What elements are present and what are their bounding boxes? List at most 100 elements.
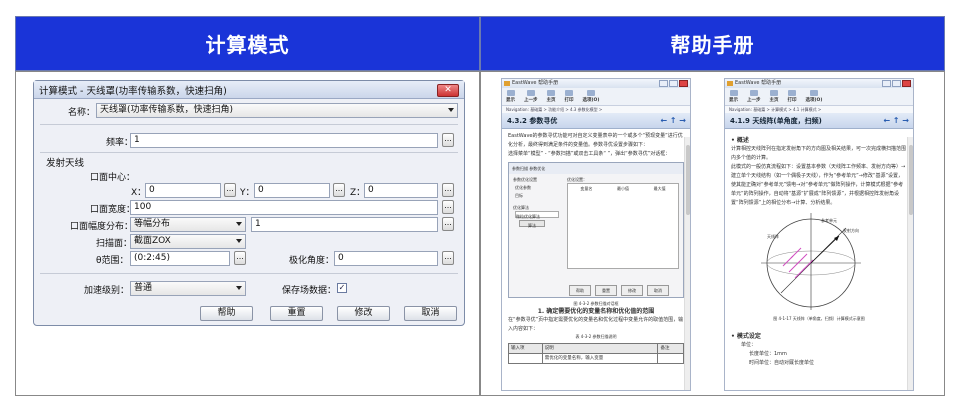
diagram-label: 天线阵 (767, 233, 779, 239)
toolbar-options[interactable]: 选项(O) (582, 90, 600, 103)
column-header: 变量名 (580, 186, 593, 191)
freq-browse-button[interactable]: ... (442, 133, 454, 147)
dist-select[interactable]: 等幅分布 (130, 217, 246, 232)
y-label: Y： (240, 188, 255, 198)
width-input[interactable]: 100 (130, 200, 438, 215)
chevron-down-icon (236, 222, 242, 226)
divider (40, 124, 458, 125)
toolbar-label: 主页 (769, 98, 779, 103)
subdialog-algo-button: 算法 (519, 220, 545, 228)
scan-value: 截面ZOX (134, 236, 171, 246)
cancel-button[interactable]: 取消 (404, 306, 457, 321)
paragraph: 在“参数寻优”页中指定需要优化的变量名和优化过程中变量允许的取值范围，输入内容如… (508, 317, 684, 332)
toolbar-label: 主页 (546, 98, 556, 103)
scan-select[interactable]: 截面ZOX (130, 234, 246, 249)
help-window-title: EastWave 帮助手册 (725, 79, 913, 88)
table-header: 说明 (541, 343, 659, 354)
help-manual-panel: EastWave 帮助手册 显示 上一步 主页 打印 选项(O) Navigat… (480, 71, 945, 396)
z-label: Z： (350, 188, 366, 198)
group-label: 发射天线 (46, 158, 85, 169)
close-icon[interactable] (679, 80, 688, 87)
subdialog-button: 重置 (595, 285, 617, 296)
x-browse-button[interactable]: ... (224, 183, 236, 197)
minimize-icon[interactable] (659, 80, 668, 87)
reset-button[interactable]: 重置 (270, 306, 323, 321)
theta-browse-button[interactable]: ... (234, 251, 246, 265)
table-header: 输入项 (508, 343, 543, 354)
dialog-title: 计算模式 - 天线罩(功率传输系数，快速扫角) (34, 81, 464, 99)
section-heading: • 概述 (731, 137, 749, 144)
scrollbar[interactable] (684, 137, 690, 390)
toolbar-home[interactable]: 主页 (547, 90, 556, 103)
unit-time: 时间单位：自动对厩长度单位 (749, 360, 815, 366)
toolbar-back[interactable]: 上一步 (747, 90, 761, 103)
pol-input[interactable]: 0 (334, 251, 438, 266)
nav-arrows-icon[interactable]: ← ↑ → (660, 113, 686, 129)
antenna-array-diagram: 天线阵 参考单元 发射方向 (761, 213, 861, 310)
pol-browse-button[interactable]: ... (442, 251, 454, 265)
freq-input[interactable]: 1 (130, 133, 438, 148)
toolbar-print[interactable]: 打印 (565, 90, 574, 103)
subdialog-button: 帮助 (569, 285, 591, 296)
help-body: • 概述 计算相控天线阵列在指定发射角下的方向图及相关结果，可一次完成横扫描范围… (725, 129, 913, 371)
table-header: 备注 (657, 343, 684, 354)
toolbar-back[interactable]: 上一步 (524, 90, 538, 103)
show-icon (506, 90, 515, 96)
width-label: 口面宽度： (90, 205, 136, 215)
accel-select[interactable]: 普通 (130, 281, 246, 296)
scan-label: 扫描面： (96, 239, 133, 249)
toolbar-options[interactable]: 选项(O) (806, 90, 822, 103)
x-label: X： (131, 188, 147, 198)
toolbar-print[interactable]: 打印 (788, 90, 797, 103)
y-browse-button[interactable]: ... (333, 183, 345, 197)
x-input[interactable]: 0 (145, 183, 221, 198)
subdialog-radio-2: 目标 (515, 193, 523, 198)
subdialog-algo-select: 微粒优化算法 (515, 211, 559, 219)
accel-value: 普通 (134, 283, 153, 293)
column-header: 最大值 (653, 186, 666, 191)
table-cell (657, 353, 684, 364)
freq-label: 频率： (106, 138, 134, 148)
y-input[interactable]: 0 (254, 183, 330, 198)
save-field-checkbox[interactable]: ✓ (337, 283, 347, 293)
scrollbar[interactable] (907, 137, 913, 390)
close-icon[interactable]: ✕ (437, 84, 459, 97)
paragraph: 此模式的一般仿真流程如下：设置基本参数（天线阵工作频率、发射方向等）→建立单个天… (731, 164, 906, 206)
nav-arrows-icon[interactable]: ← ↑ → (883, 113, 909, 129)
name-label: 名称： (68, 108, 96, 118)
theta-label: θ范围： (96, 256, 129, 266)
toolbar-show[interactable]: 显示 (506, 90, 515, 103)
table-cell (508, 353, 543, 364)
help-button[interactable]: 帮助 (200, 306, 253, 321)
help-toolbar: 显示 上一步 主页 打印 选项(O) (725, 88, 913, 106)
help-title-text: EastWave 帮助手册 (735, 80, 782, 86)
toolbar-home[interactable]: 主页 (770, 90, 779, 103)
subdialog-list: 变量名 最小值 最大值 (567, 183, 679, 269)
close-icon[interactable] (902, 80, 911, 87)
minimize-icon[interactable] (882, 80, 891, 87)
home-icon (547, 90, 555, 96)
z-browse-button[interactable]: ... (442, 183, 454, 197)
width-browse-button[interactable]: ... (442, 200, 454, 214)
z-input[interactable]: 0 (364, 183, 438, 198)
toolbar-label: 显示 (729, 98, 738, 103)
scroll-thumb[interactable] (909, 145, 913, 215)
toolbar-label: 上一步 (747, 98, 761, 103)
dist-browse-button[interactable]: ... (442, 217, 454, 231)
dist-param-input[interactable]: 1 (251, 217, 438, 232)
paragraph: 选择菜单“模型” - “参数扫描”或双击工具条“ ”，弹出“参数寻优”对话框： (508, 151, 671, 157)
print-icon (565, 90, 573, 96)
column-header: 最小值 (616, 186, 629, 191)
toolbar-show[interactable]: 显示 (729, 90, 738, 103)
name-select[interactable]: 天线罩(功率传输系数，快速扫角) (96, 103, 458, 118)
breadcrumb: Navigation: 基础篇 > 计算模式 > 4.1 计算模式 > (725, 106, 913, 113)
maximize-icon[interactable] (669, 80, 678, 87)
maximize-icon[interactable] (892, 80, 901, 87)
center-label: 口面中心： (90, 173, 136, 183)
options-icon (809, 90, 818, 96)
scroll-thumb[interactable] (686, 145, 690, 215)
toolbar-label: 选项(O) (582, 98, 600, 103)
theta-input[interactable]: (0:2:45) (130, 251, 230, 266)
print-icon (788, 90, 796, 96)
modify-button[interactable]: 修改 (337, 306, 390, 321)
